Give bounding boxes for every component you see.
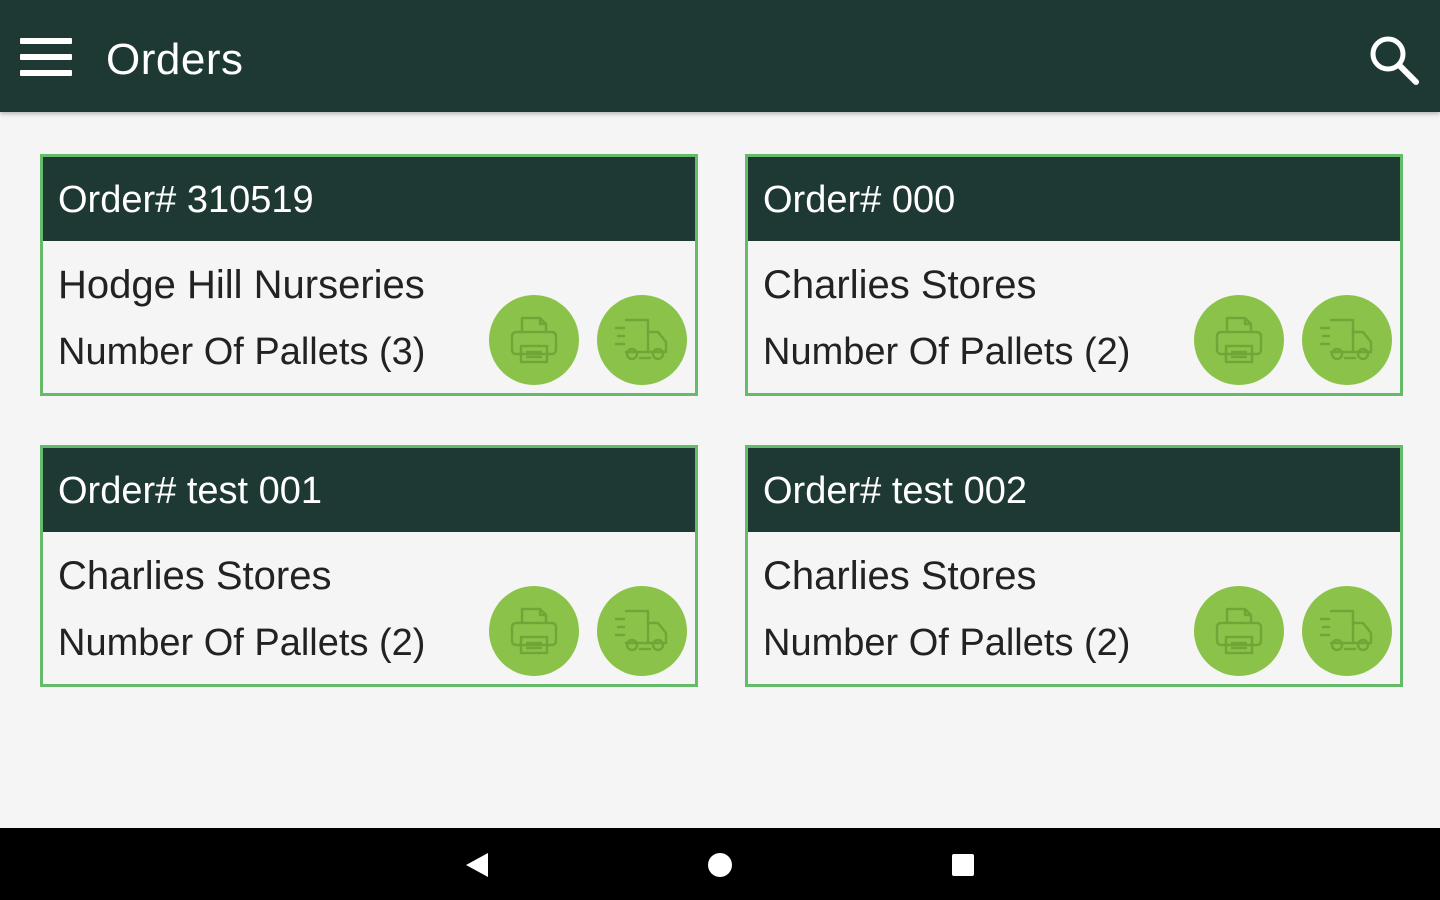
print-button[interactable]	[1194, 586, 1284, 676]
customer-name: Charlies Stores	[763, 554, 1037, 598]
deliver-button[interactable]	[1302, 295, 1392, 385]
deliver-button[interactable]	[597, 586, 687, 676]
order-number: Order# 000	[763, 179, 956, 221]
back-triangle-icon[interactable]	[464, 852, 490, 878]
order-card-header: Order# test 002	[748, 448, 1400, 532]
orders-grid: Order# 310519 Hodge Hill Nurseries Numbe…	[0, 112, 1440, 828]
page-title: Orders	[106, 35, 244, 84]
delivery-truck-icon	[614, 318, 668, 361]
delivery-truck-icon	[1319, 318, 1373, 361]
printer-icon	[1215, 316, 1263, 364]
search-icon[interactable]	[1364, 30, 1424, 90]
pallet-count: Number Of Pallets (3)	[58, 331, 426, 373]
order-card-header: Order# 000	[748, 157, 1400, 241]
customer-name: Charlies Stores	[763, 263, 1037, 307]
delivery-truck-icon	[614, 609, 668, 652]
customer-name: Hodge Hill Nurseries	[58, 263, 425, 307]
menu-line	[20, 54, 72, 60]
hamburger-menu-icon[interactable]	[18, 36, 74, 80]
printer-icon	[510, 316, 558, 364]
recent-apps-square-icon[interactable]	[951, 853, 975, 877]
print-button[interactable]	[1194, 295, 1284, 385]
order-card-header: Order# test 001	[43, 448, 695, 532]
home-circle-icon[interactable]	[707, 852, 733, 878]
order-card-header: Order# 310519	[43, 157, 695, 241]
customer-name: Charlies Stores	[58, 554, 332, 598]
order-number: Order# 310519	[58, 179, 314, 221]
order-number: Order# test 001	[58, 470, 323, 512]
order-card[interactable]: Order# test 001 Charlies Stores Number O…	[40, 445, 698, 687]
deliver-button[interactable]	[597, 295, 687, 385]
printer-icon	[1215, 607, 1263, 655]
deliver-button[interactable]	[1302, 586, 1392, 676]
menu-line	[20, 38, 72, 44]
order-card[interactable]: Order# 310519 Hodge Hill Nurseries Numbe…	[40, 154, 698, 396]
print-button[interactable]	[489, 586, 579, 676]
pallet-count: Number Of Pallets (2)	[58, 622, 426, 664]
order-number: Order# test 002	[763, 470, 1028, 512]
menu-line	[20, 70, 72, 76]
order-card[interactable]: Order# 000 Charlies Stores Number Of Pal…	[745, 154, 1403, 396]
pallet-count: Number Of Pallets (2)	[763, 331, 1131, 373]
pallet-count: Number Of Pallets (2)	[763, 622, 1131, 664]
order-card[interactable]: Order# test 002 Charlies Stores Number O…	[745, 445, 1403, 687]
printer-icon	[510, 607, 558, 655]
print-button[interactable]	[489, 295, 579, 385]
delivery-truck-icon	[1319, 609, 1373, 652]
app-bar: Orders	[0, 0, 1440, 112]
